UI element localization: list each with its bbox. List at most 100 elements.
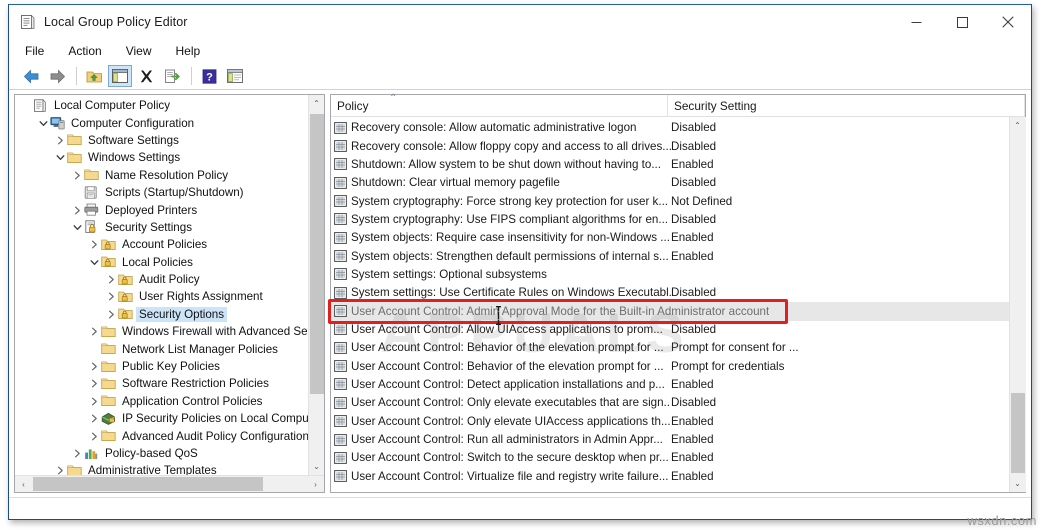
chevron-right-icon[interactable] <box>104 273 118 287</box>
tree-item-local-computer-policy[interactable]: Local Computer Policy <box>15 97 308 114</box>
tree-item-label: Local Policies <box>122 255 193 269</box>
policy-row[interactable]: User Account Control: Run all administra… <box>331 431 1009 449</box>
chevron-right-icon[interactable] <box>70 168 84 182</box>
policy-row[interactable]: User Account Control: Only elevate execu… <box>331 394 1009 412</box>
policy-row[interactable]: System objects: Require case insensitivi… <box>331 229 1009 247</box>
tree-item-advanced-audit-policy-configuration[interactable]: Advanced Audit Policy Configuration <box>15 427 308 444</box>
list-scroll-down-arrow[interactable]: ⌄ <box>1009 475 1026 492</box>
policy-row[interactable]: System settings: Use Certificate Rules o… <box>331 284 1009 302</box>
policy-row[interactable]: User Account Control: Switch to the secu… <box>331 449 1009 467</box>
policy-row[interactable]: User Account Control: Admin Approval Mod… <box>331 302 1009 321</box>
chevron-right-icon[interactable] <box>87 429 101 443</box>
menu-view[interactable]: View <box>122 42 162 61</box>
chevron-right-icon[interactable] <box>87 325 101 339</box>
chevron-down-icon[interactable] <box>36 116 50 130</box>
tree-item-deployed-printers[interactable]: Deployed Printers <box>15 201 308 218</box>
tree-scroll-down-arrow[interactable]: ⌄ <box>308 458 324 475</box>
policy-row[interactable]: System settings: Optional subsystems <box>331 266 1009 284</box>
tree-scroll-left-arrow[interactable]: ‹ <box>15 476 32 493</box>
tree-item-scripts-startup-shutdown[interactable]: Scripts (Startup/Shutdown) <box>15 184 308 201</box>
policy-list[interactable]: Recovery console: Allow automatic admini… <box>331 117 1009 492</box>
policy-row[interactable]: Shutdown: Allow system to be shut down w… <box>331 156 1009 174</box>
policy-row[interactable]: Shutdown: Clear virtual memory pagefile D… <box>331 174 1009 192</box>
menu-file[interactable]: File <box>21 42 54 61</box>
tree-hscroll-track[interactable] <box>32 476 307 493</box>
policy-row[interactable]: System cryptography: Force strong key pr… <box>331 192 1009 210</box>
policy-row[interactable]: Recovery console: Allow floppy copy and … <box>331 137 1009 155</box>
maximize-button[interactable] <box>939 5 985 39</box>
tree-item-windows-settings[interactable]: Windows Settings <box>15 149 308 166</box>
policy-row[interactable]: User Account Control: Allow UIAccess app… <box>331 321 1009 339</box>
policy-row[interactable]: User Account Control: Behavior of the el… <box>331 357 1009 375</box>
chevron-down-icon[interactable] <box>70 220 84 234</box>
tree-item-windows-firewall-with-advanced-secu[interactable]: Windows Firewall with Advanced Secu <box>15 323 308 340</box>
tree-item-account-policies[interactable]: Account Policies <box>15 236 308 253</box>
minimize-button[interactable] <box>893 5 939 39</box>
tree-scroll-thumb[interactable] <box>309 114 324 394</box>
tree-list[interactable]: Local Computer Policy Computer Configurat… <box>15 95 308 475</box>
chevron-right-icon[interactable] <box>87 394 101 408</box>
tree-item-security-options[interactable]: Security Options <box>15 306 308 323</box>
export-list-button[interactable] <box>160 65 184 87</box>
policy-row[interactable]: System objects: Strengthen default permi… <box>331 247 1009 265</box>
policy-row[interactable]: User Account Control: Only elevate UIAcc… <box>331 413 1009 431</box>
tree-item-application-control-policies[interactable]: Application Control Policies <box>15 393 308 410</box>
sort-ascending-icon: ⌃ <box>389 93 398 104</box>
chevron-down-icon[interactable] <box>87 255 101 269</box>
chevron-right-icon[interactable] <box>87 360 101 374</box>
policy-row[interactable]: Recovery console: Allow automatic admini… <box>331 119 1009 137</box>
policy-doc-icon <box>33 98 48 113</box>
chevron-right-icon[interactable] <box>104 307 118 321</box>
tree-item-ip-security-policies-on-local-computer[interactable]: IP Security Policies on Local Computer <box>15 410 308 427</box>
chevron-right-icon[interactable] <box>70 447 84 461</box>
chevron-right-icon[interactable] <box>53 464 67 475</box>
list-vertical-scrollbar[interactable]: ⌃ ⌄ <box>1009 117 1026 492</box>
tree-item-policy-based-qos[interactable]: Policy-based QoS <box>15 445 308 462</box>
menu-help[interactable]: Help <box>172 42 211 61</box>
qos-chart-icon <box>84 447 99 461</box>
list-scroll-track[interactable] <box>1009 134 1026 475</box>
tree-item-administrative-templates[interactable]: Administrative Templates <box>15 462 308 475</box>
forward-button[interactable] <box>45 65 69 87</box>
chevron-down-icon[interactable] <box>53 151 67 165</box>
column-header-policy[interactable]: Policy ⌃ <box>331 93 668 116</box>
tree-item-audit-policy[interactable]: Audit Policy <box>15 271 308 288</box>
tree-scroll-up-arrow[interactable]: ⌃ <box>308 95 324 112</box>
list-scroll-up-arrow[interactable]: ⌃ <box>1009 117 1026 134</box>
tree-horizontal-scrollbar[interactable]: ‹ › <box>15 475 324 492</box>
tree-item-computer-configuration[interactable]: Computer Configuration <box>15 114 308 131</box>
chevron-right-icon[interactable] <box>87 377 101 391</box>
tree-item-software-restriction-policies[interactable]: Software Restriction Policies <box>15 375 308 392</box>
back-button[interactable] <box>19 65 43 87</box>
tree-item-network-list-manager-policies[interactable]: Network List Manager Policies <box>15 340 308 357</box>
tree-hscroll-thumb[interactable] <box>33 476 263 491</box>
chevron-right-icon[interactable] <box>87 412 101 426</box>
tree-item-software-settings[interactable]: Software Settings <box>15 132 308 149</box>
tree-item-security-settings[interactable]: Security Settings <box>15 219 308 236</box>
up-one-level-button[interactable] <box>82 65 106 87</box>
list-scroll-thumb[interactable] <box>1010 393 1025 473</box>
help-button[interactable]: ? <box>197 65 221 87</box>
tree-item-name-resolution-policy[interactable]: Name Resolution Policy <box>15 167 308 184</box>
tree-item-public-key-policies[interactable]: Public Key Policies <box>15 358 308 375</box>
tree-item-local-policies[interactable]: Local Policies <box>15 254 308 271</box>
policy-row[interactable]: User Account Control: Behavior of the el… <box>331 339 1009 357</box>
close-button[interactable] <box>985 5 1031 39</box>
chevron-right-icon[interactable] <box>104 290 118 304</box>
chevron-right-icon[interactable] <box>87 238 101 252</box>
tree-scroll-track[interactable] <box>308 112 324 458</box>
policy-row[interactable]: User Account Control: Virtualize file an… <box>331 468 1009 486</box>
tree-item-user-rights-assignment[interactable]: User Rights Assignment <box>15 288 308 305</box>
security-setting-cell: Enabled <box>671 249 714 263</box>
delete-button[interactable] <box>134 65 158 87</box>
column-header-security-setting[interactable]: Security Setting <box>668 95 1025 116</box>
menu-action[interactable]: Action <box>64 42 111 61</box>
policy-row[interactable]: System cryptography: Use FIPS compliant … <box>331 211 1009 229</box>
view-options-button[interactable] <box>223 65 247 87</box>
show-hide-console-tree-button[interactable] <box>108 65 132 87</box>
policy-row[interactable]: User Account Control: Detect application… <box>331 376 1009 394</box>
tree-scroll-right-arrow[interactable]: › <box>307 476 324 493</box>
tree-vertical-scrollbar[interactable]: ⌃ ⌄ <box>308 95 324 475</box>
chevron-right-icon[interactable] <box>53 133 67 147</box>
chevron-right-icon[interactable] <box>70 203 84 217</box>
